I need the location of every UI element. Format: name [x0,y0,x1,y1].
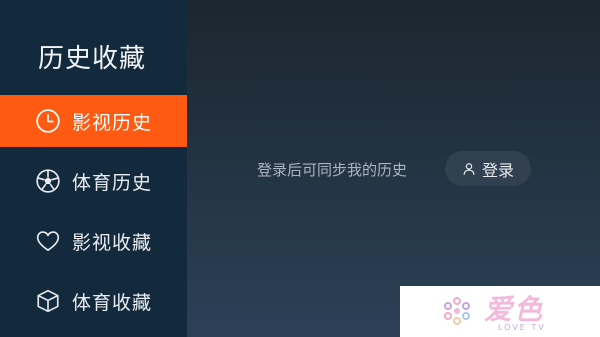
login-button[interactable]: 登录 [445,151,531,186]
sidebar-item-label: 体育历史 [72,171,153,194]
sidebar-title: 历史收藏 [38,44,147,74]
sidebar-item-video-history[interactable]: 影视历史 [0,95,187,147]
flower-logo-icon [444,297,470,325]
app-screen: 历史收藏 影视历史 体育历史 影视收藏 体育收藏 登录后可同步我的历史 登录 爱… [0,0,600,337]
sidebar-item-label: 影视收藏 [72,231,153,254]
soccer-ball-icon [34,167,62,195]
heart-icon [34,227,62,255]
sidebar-item-sports-history[interactable]: 体育历史 [0,155,187,207]
watermark-subtitle: LOVE TV [498,323,546,332]
sidebar-item-label: 体育收藏 [72,291,153,314]
login-prompt-text: 登录后可同步我的历史 [257,161,408,179]
clock-icon [34,107,62,135]
cube-icon [34,287,62,315]
login-button-label: 登录 [481,160,514,180]
sidebar-item-sports-favorites[interactable]: 体育收藏 [0,275,187,327]
sidebar: 历史收藏 影视历史 体育历史 影视收藏 体育收藏 [0,0,187,337]
watermark: 爱色 LOVE TV [400,286,600,337]
sidebar-item-video-favorites[interactable]: 影视收藏 [0,215,187,267]
sidebar-item-label: 影视历史 [72,111,153,134]
watermark-brand: 爱色 [484,293,545,326]
user-icon [462,162,476,176]
